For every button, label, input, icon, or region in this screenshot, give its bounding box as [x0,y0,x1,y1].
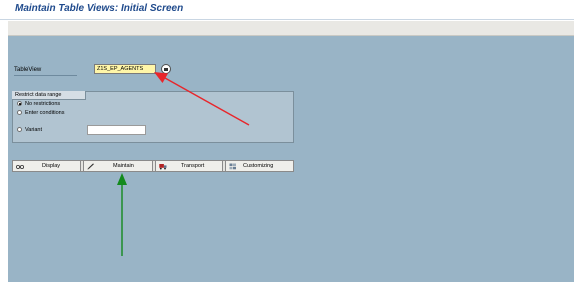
title-divider [0,19,574,20]
application-toolbar [8,21,574,36]
value-help-icon[interactable] [161,64,171,74]
tableview-label-underline [14,75,77,76]
display-button[interactable]: Display [12,160,81,172]
group-title: Restrict data range [15,92,62,98]
transport-button[interactable]: Transport [155,160,223,172]
truck-icon [159,164,167,170]
title-bar: Maintain Table Views: Initial Screen [0,0,574,20]
glasses-icon [16,165,24,169]
radio-label-enter-conditions: Enter conditions [25,110,65,116]
radio-label-variant: Variant [25,127,43,133]
pencil-icon [87,163,94,170]
maintain-button[interactable]: Maintain [83,160,153,172]
customizing-button[interactable]: Customizing [225,160,294,172]
radio-no-restrictions[interactable] [17,101,22,106]
tableview-input[interactable]: Z1S_EP_AGENTS [94,64,156,74]
transport-button-label: Transport [181,163,205,169]
maintain-button-label: Maintain [113,163,134,169]
tableview-label: TableView [14,67,42,73]
screen-area [8,36,574,282]
customizing-icon [229,163,236,170]
radio-variant[interactable] [17,127,22,132]
customizing-button-label: Customizing [243,163,274,169]
variant-input[interactable] [87,125,146,135]
page-title: Maintain Table Views: Initial Screen [15,3,184,14]
radio-label-no-restrictions: No restrictions [25,101,61,107]
display-button-label: Display [42,163,61,169]
radio-enter-conditions[interactable] [17,110,22,115]
